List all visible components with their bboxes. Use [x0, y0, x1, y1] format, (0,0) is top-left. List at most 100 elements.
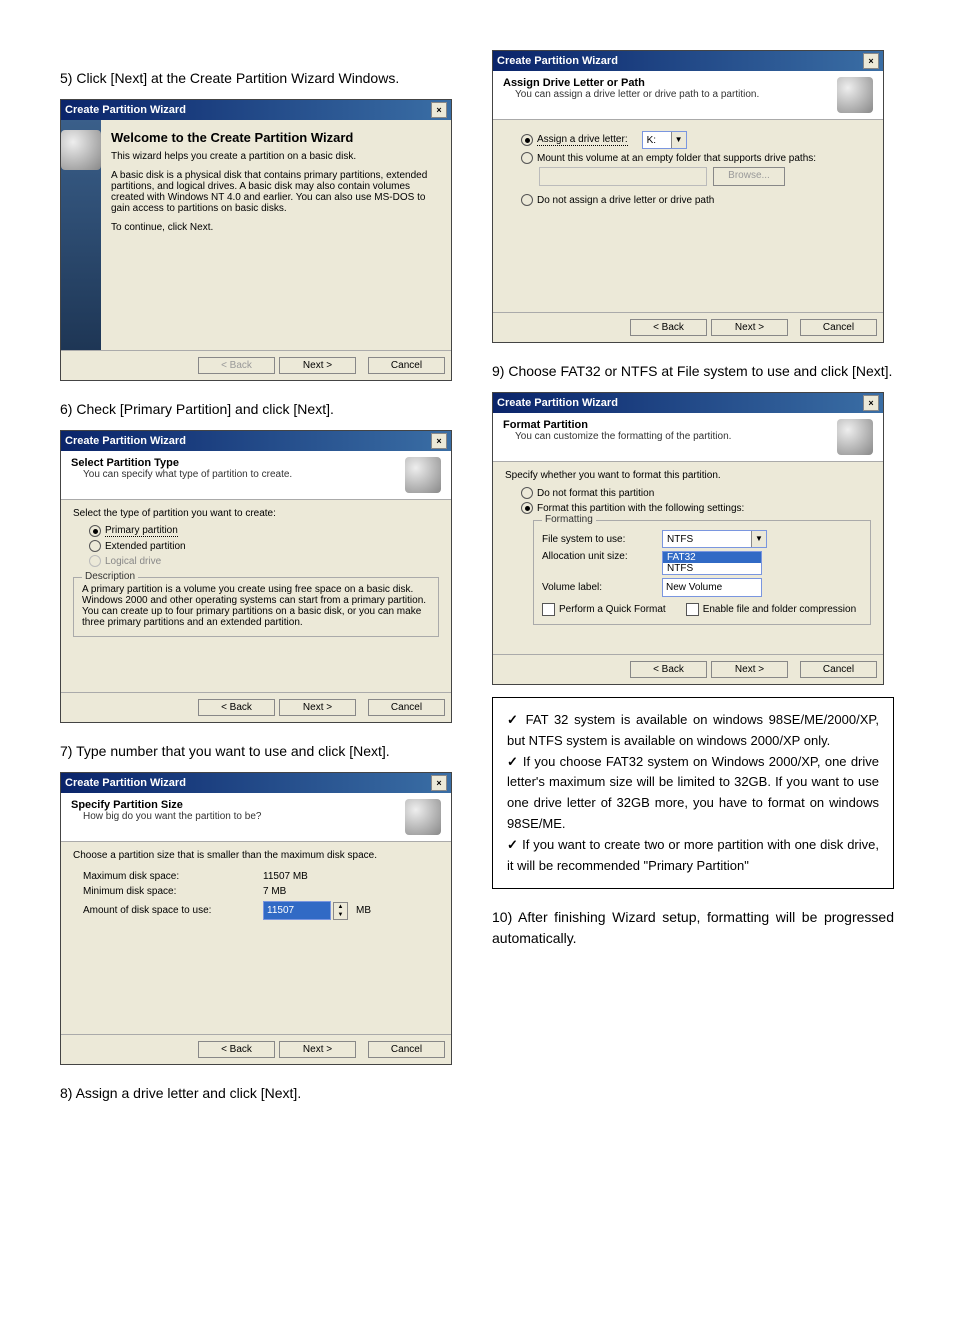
vol-input[interactable]: New Volume: [662, 578, 762, 597]
header-title: Format Partition: [503, 419, 731, 431]
titlebar: Create Partition Wizard ×: [493, 51, 883, 71]
wizard-sidebar: [61, 120, 101, 350]
window-title: Create Partition Wizard: [65, 104, 186, 116]
back-button[interactable]: < Back: [630, 319, 707, 336]
close-icon[interactable]: ×: [431, 433, 447, 449]
titlebar: Create Partition Wizard ×: [61, 431, 451, 451]
step-5-text: 5) Click [Next] at the Create Partition …: [60, 68, 462, 89]
back-button[interactable]: < Back: [630, 661, 707, 678]
radio-no-assign[interactable]: [521, 194, 533, 206]
opt-extended[interactable]: Extended partition: [105, 541, 186, 552]
welcome-line3: To continue, click Next.: [111, 222, 441, 233]
desc-text: A primary partition is a volume you crea…: [82, 584, 430, 628]
radio-mount[interactable]: [521, 152, 533, 164]
next-button[interactable]: Next >: [279, 357, 356, 374]
window-title: Create Partition Wizard: [497, 397, 618, 409]
wizard-partition-size: Create Partition Wizard × Specify Partit…: [60, 772, 452, 1065]
mount-path-input: [539, 167, 707, 186]
close-icon[interactable]: ×: [863, 395, 879, 411]
chk-quick-format[interactable]: [542, 603, 555, 616]
opt-no-format[interactable]: Do not format this partition: [537, 488, 654, 499]
welcome-heading: Welcome to the Create Partition Wizard: [111, 130, 441, 145]
back-button[interactable]: < Back: [198, 1041, 275, 1058]
amount-input[interactable]: 11507: [263, 901, 331, 920]
disk-icon: [405, 457, 441, 493]
back-button: < Back: [198, 357, 275, 374]
wizard-drive-letter: Create Partition Wizard × Assign Drive L…: [492, 50, 884, 343]
wizard-welcome: Create Partition Wizard × Welcome to the…: [60, 99, 452, 381]
note-1: FAT 32 system is available on windows 98…: [507, 710, 879, 752]
max-label: Maximum disk space:: [83, 871, 233, 882]
chk-compression[interactable]: [686, 603, 699, 616]
mb-label: MB: [356, 905, 371, 916]
next-button[interactable]: Next >: [279, 699, 356, 716]
min-value: 7 MB: [263, 886, 286, 897]
step-8-text: 8) Assign a drive letter and click [Next…: [60, 1083, 462, 1104]
back-button[interactable]: < Back: [198, 699, 275, 716]
opt-mount[interactable]: Mount this volume at an empty folder tha…: [537, 153, 816, 164]
prompt: Specify whether you want to format this …: [505, 470, 871, 481]
next-button[interactable]: Next >: [711, 319, 788, 336]
close-icon[interactable]: ×: [431, 775, 447, 791]
radio-no-format[interactable]: [521, 487, 533, 499]
step-6-text: 6) Check [Primary Partition] and click […: [60, 399, 462, 420]
radio-extended[interactable]: [89, 540, 101, 552]
header-title: Specify Partition Size: [71, 799, 261, 811]
disk-icon: [837, 77, 873, 113]
drive-letter-combo[interactable]: K:▼: [642, 131, 687, 149]
titlebar: Create Partition Wizard ×: [61, 100, 451, 120]
amount-label: Amount of disk space to use:: [83, 905, 233, 916]
header-sub: How big do you want the partition to be?: [83, 811, 261, 822]
alloc-label: Allocation unit size:: [542, 551, 662, 562]
radio-primary[interactable]: [89, 525, 101, 537]
header-sub: You can assign a drive letter or drive p…: [515, 89, 759, 100]
close-icon[interactable]: ×: [431, 102, 447, 118]
header-title: Assign Drive Letter or Path: [503, 77, 759, 89]
cancel-button[interactable]: Cancel: [368, 357, 445, 374]
window-title: Create Partition Wizard: [497, 55, 618, 67]
cancel-button[interactable]: Cancel: [800, 319, 877, 336]
vol-label: Volume label:: [542, 582, 662, 593]
notes-box: FAT 32 system is available on windows 98…: [492, 697, 894, 889]
chk-quick-label: Perform a Quick Format: [559, 604, 666, 615]
disk-icon: [61, 130, 101, 170]
welcome-line2: A basic disk is a physical disk that con…: [111, 170, 441, 214]
disk-icon: [405, 799, 441, 835]
max-value: 11507 MB: [263, 871, 308, 882]
header-sub: You can customize the formatting of the …: [515, 431, 731, 442]
cancel-button[interactable]: Cancel: [368, 699, 445, 716]
radio-assign-letter[interactable]: [521, 134, 533, 146]
prompt: Select the type of partition you want to…: [73, 508, 439, 519]
fs-combo[interactable]: NTFS▼: [662, 530, 767, 548]
next-button[interactable]: Next >: [711, 661, 788, 678]
opt-format[interactable]: Format this partition with the following…: [537, 503, 744, 514]
wizard-partition-type: Create Partition Wizard × Select Partiti…: [60, 430, 452, 723]
welcome-line1: This wizard helps you create a partition…: [111, 151, 441, 162]
cancel-button[interactable]: Cancel: [368, 1041, 445, 1058]
opt-no-assign[interactable]: Do not assign a drive letter or drive pa…: [537, 195, 714, 206]
titlebar: Create Partition Wizard ×: [493, 393, 883, 413]
window-title: Create Partition Wizard: [65, 777, 186, 789]
close-icon[interactable]: ×: [863, 53, 879, 69]
window-title: Create Partition Wizard: [65, 435, 186, 447]
note-3: If you want to create two or more partit…: [507, 835, 879, 877]
radio-format[interactable]: [521, 502, 533, 514]
opt-primary[interactable]: Primary partition: [105, 525, 178, 537]
next-button[interactable]: Next >: [279, 1041, 356, 1058]
header-title: Select Partition Type: [71, 457, 292, 469]
wizard-format-partition: Create Partition Wizard × Format Partiti…: [492, 392, 884, 685]
header-sub: You can specify what type of partition t…: [83, 469, 292, 480]
fs-label: File system to use:: [542, 534, 662, 545]
step-10-text: 10) After finishing Wizard setup, format…: [492, 907, 894, 949]
step-7-text: 7) Type number that you want to use and …: [60, 741, 462, 762]
fs-dropdown-open[interactable]: FAT32 NTFS: [662, 551, 762, 575]
cancel-button[interactable]: Cancel: [800, 661, 877, 678]
desc-label: Description: [82, 571, 138, 582]
chk-comp-label: Enable file and folder compression: [703, 604, 856, 615]
opt-assign-letter[interactable]: Assign a drive letter:: [537, 134, 628, 146]
opt-logical: Logical drive: [105, 556, 161, 567]
spinner[interactable]: ▲▼: [333, 902, 348, 920]
titlebar: Create Partition Wizard ×: [61, 773, 451, 793]
min-label: Minimum disk space:: [83, 886, 233, 897]
prompt: Choose a partition size that is smaller …: [73, 850, 439, 861]
